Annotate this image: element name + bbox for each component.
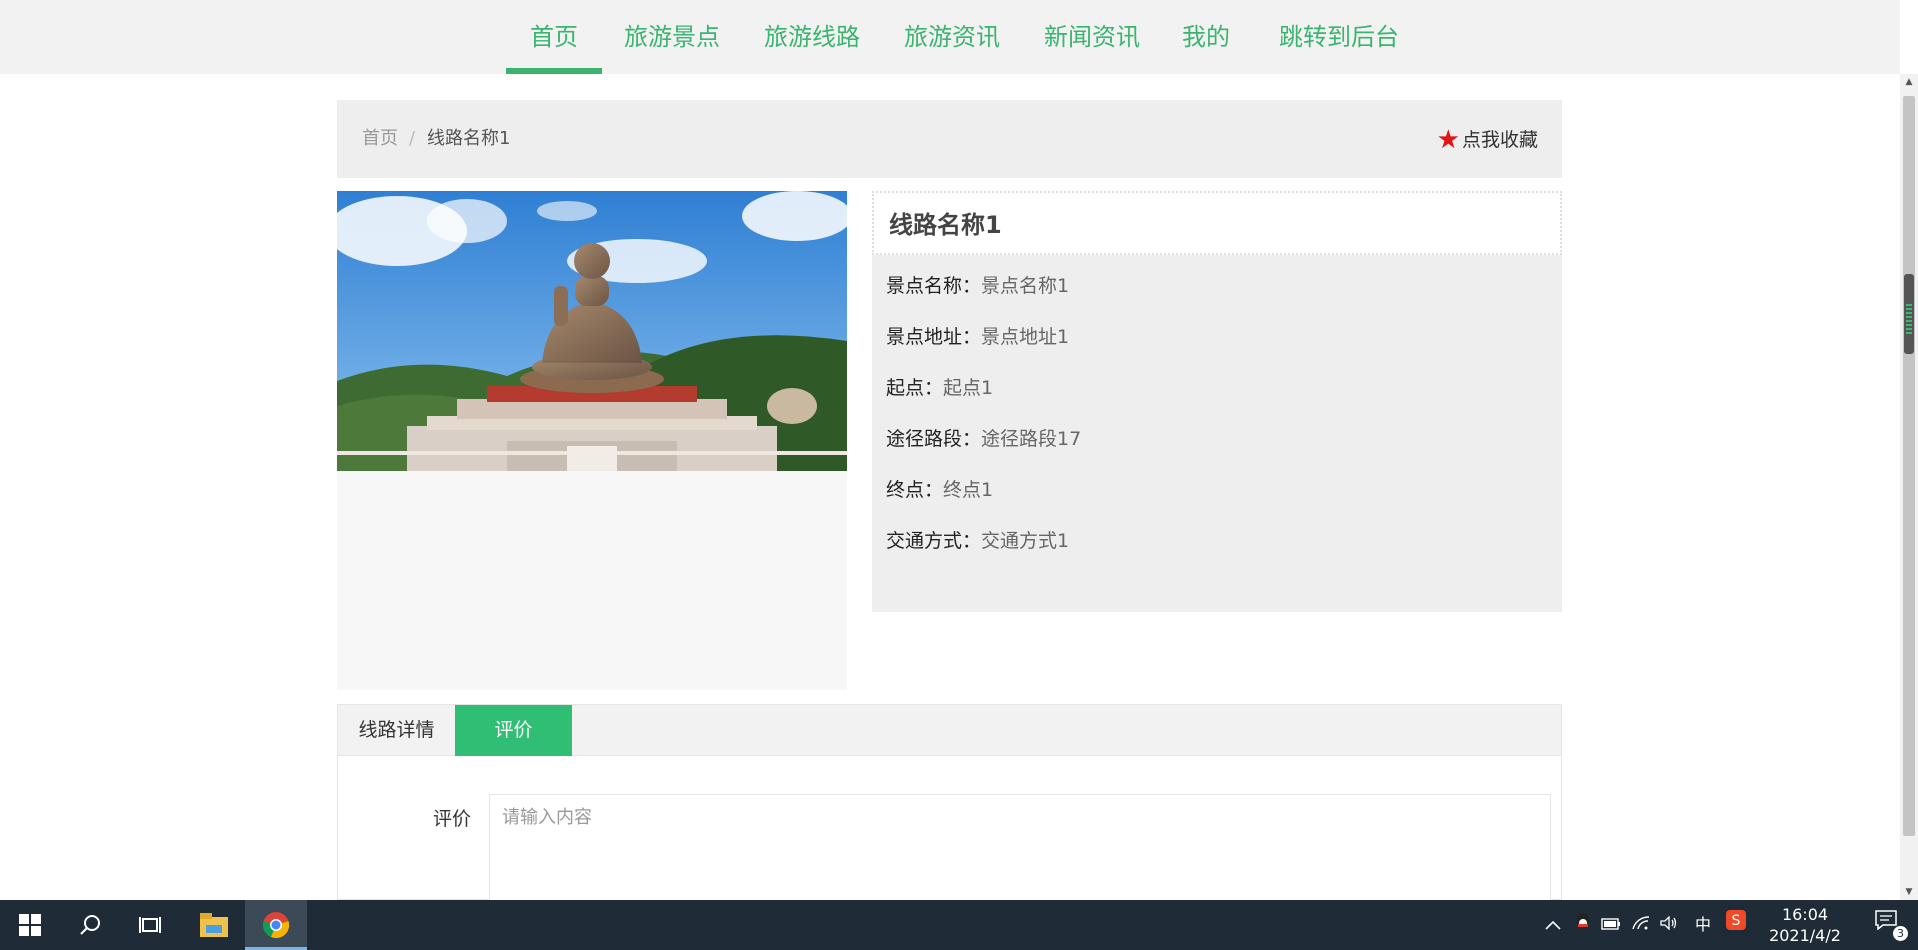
volume-icon[interactable]	[1656, 900, 1682, 950]
notification-count-badge: 3	[1893, 926, 1908, 941]
info-label: 景点名称：	[886, 275, 982, 297]
qq-icon[interactable]	[1570, 900, 1596, 950]
nav-item-attractions[interactable]: 旅游景点	[620, 0, 724, 74]
scrollbar-track[interactable]	[1903, 96, 1915, 836]
info-value: 终点1	[943, 479, 994, 501]
info-label: 终点：	[886, 479, 944, 501]
nav-item-travel-info[interactable]: 旅游资讯	[900, 0, 1004, 74]
info-row-via: 途径路段：途径路段17	[886, 424, 1081, 451]
info-row-attraction-name: 景点名称：景点名称1	[886, 271, 1069, 298]
taskbar: 中 S 16:04 2021/4/2	[0, 900, 1918, 950]
tab-review[interactable]: 评价	[455, 705, 572, 756]
info-label: 途径路段：	[886, 428, 982, 450]
tab-bar: 线路详情 评价	[338, 705, 1561, 756]
breadcrumb: 首页 / 线路名称1 ★ 点我收藏	[337, 100, 1562, 178]
info-value: 途径路段17	[981, 428, 1082, 450]
page-scrollbar[interactable]: ▲ ▼	[1900, 74, 1918, 900]
review-input[interactable]	[489, 794, 1551, 904]
nav-item-admin[interactable]: 跳转到后台	[1274, 0, 1404, 74]
star-icon: ★	[1436, 125, 1460, 155]
scroll-down-icon[interactable]: ▼	[1900, 884, 1918, 900]
tray-chevron-icon[interactable]	[1540, 900, 1566, 950]
info-value: 起点1	[943, 377, 994, 399]
nav-item-home[interactable]: 首页	[506, 0, 602, 74]
breadcrumb-home[interactable]: 首页	[362, 100, 398, 178]
scrollbar-thumb[interactable]	[1904, 274, 1914, 354]
breadcrumb-separator: /	[409, 128, 416, 149]
route-title: 线路名称1	[889, 211, 1002, 239]
nav-item-routes[interactable]: 旅游线路	[760, 0, 864, 74]
info-value: 交通方式1	[981, 530, 1070, 552]
chrome-icon[interactable]	[246, 900, 306, 950]
svg-text:S: S	[1732, 913, 1741, 929]
notification-icon[interactable]	[1866, 900, 1906, 950]
file-explorer-icon[interactable]	[184, 900, 244, 950]
info-row-start: 起点：起点1	[886, 373, 993, 400]
wifi-icon[interactable]	[1628, 900, 1654, 950]
info-value: 景点地址1	[981, 326, 1070, 348]
favorite-label: 点我收藏	[1461, 129, 1538, 151]
task-view-icon[interactable]	[120, 900, 180, 950]
search-icon[interactable]	[60, 900, 120, 950]
info-label: 起点：	[886, 377, 944, 399]
taskbar-clock[interactable]: 16:04 2021/4/2	[1760, 904, 1850, 946]
ime-indicator[interactable]: 中	[1690, 900, 1716, 950]
windows-start-icon[interactable]	[0, 900, 60, 950]
battery-icon[interactable]	[1598, 900, 1624, 950]
review-label: 评价	[433, 808, 472, 830]
info-value: 景点名称1	[981, 275, 1070, 297]
route-title-box: 线路名称1	[872, 191, 1562, 255]
favorite-button[interactable]: ★ 点我收藏	[1437, 100, 1538, 180]
info-row-end: 终点：终点1	[886, 475, 993, 502]
route-photo	[337, 191, 847, 471]
clock-time: 16:04	[1781, 905, 1829, 924]
info-row-transport: 交通方式：交通方式1	[886, 526, 1069, 553]
info-row-attraction-address: 景点地址：景点地址1	[886, 322, 1069, 349]
tab-route-detail[interactable]: 线路详情	[338, 705, 455, 756]
nav-item-mine[interactable]: 我的	[1180, 0, 1232, 74]
info-label: 景点地址：	[886, 326, 982, 348]
sogou-input-icon[interactable]: S	[1722, 900, 1750, 950]
info-label: 交通方式：	[886, 530, 982, 552]
top-navigation: 首页 旅游景点 旅游线路 旅游资讯 新闻资讯 我的 跳转到后台	[0, 0, 1900, 74]
nav-item-news[interactable]: 新闻资讯	[1040, 0, 1144, 74]
scroll-up-icon[interactable]: ▲	[1900, 74, 1918, 90]
breadcrumb-current: 线路名称1	[427, 128, 511, 149]
clock-date: 2021/4/2	[1769, 926, 1841, 945]
